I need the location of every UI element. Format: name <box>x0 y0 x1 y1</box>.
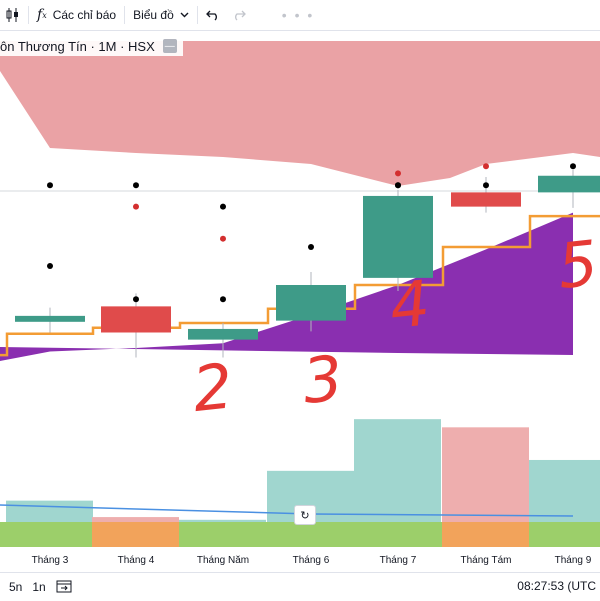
indicators-label: Các chỉ báo <box>52 8 117 22</box>
indicator-dot <box>483 163 489 170</box>
indicator-dot <box>133 296 139 303</box>
minus-icon: — <box>164 40 175 52</box>
toolbar-divider <box>196 6 198 24</box>
band-orange <box>92 522 179 547</box>
date-range-button[interactable] <box>51 579 77 596</box>
x-axis-label: Tháng Năm <box>197 555 249 566</box>
handwritten-number: 2 <box>189 349 236 426</box>
chart-type-dropdown[interactable]: Biểu đồ <box>127 0 195 30</box>
toolbar-divider <box>28 6 29 24</box>
x-axis-label: Tháng 6 <box>293 555 330 566</box>
indicator-dot <box>133 182 139 189</box>
chevron-down-icon <box>180 12 189 18</box>
indicators-button[interactable]: fx Các chỉ báo <box>31 0 122 30</box>
indicator-dot <box>483 182 489 189</box>
candle-body <box>276 285 346 321</box>
candle-body <box>451 192 521 207</box>
price-chart[interactable]: Tháng 3 Tháng 4 Tháng Năm Tháng 6 Tháng 7 Thá… <box>0 31 600 572</box>
range-5y[interactable]: 5n <box>4 580 27 594</box>
handwritten-number: 4 <box>386 266 433 343</box>
indicator-dot <box>395 170 401 177</box>
candle-body <box>101 306 171 333</box>
x-axis-label: Tháng 3 <box>32 555 69 566</box>
range-1y[interactable]: 1n <box>27 580 50 594</box>
bottom-bar: 5n 1n 08:27:53 (UTC <box>0 572 600 601</box>
symbol-legend: ôn Thương Tín · 1M · HSX — <box>0 36 183 56</box>
candle-body <box>15 315 85 322</box>
indicator-dot <box>220 203 226 210</box>
undo-icon <box>205 9 220 21</box>
x-axis-label: Tháng 9 <box>555 555 592 566</box>
candle-body <box>538 175 600 193</box>
ichimoku-cloud <box>0 41 600 186</box>
candle-body <box>188 328 258 340</box>
indicator-dot <box>395 182 401 189</box>
indicator-dot <box>220 235 226 242</box>
indicator-dot <box>133 203 139 210</box>
calendar-arrow-icon <box>56 580 72 596</box>
band-orange <box>442 522 529 547</box>
x-axis-label: Tháng 7 <box>380 555 417 566</box>
redo-button[interactable] <box>226 0 252 30</box>
x-axis-label: Tháng Tám <box>461 555 512 566</box>
indicator-dot <box>570 163 576 170</box>
more-dots: • • • <box>281 7 315 23</box>
candles-style-button[interactable] <box>0 0 26 30</box>
function-icon: fx <box>37 7 47 23</box>
indicator-dot <box>308 244 314 250</box>
x-axis-label: Tháng 4 <box>118 555 155 566</box>
chart-type-label: Biểu đồ <box>133 8 174 22</box>
top-toolbar: fx Các chỉ báo Biểu đồ • • • <box>0 0 600 31</box>
undo-button[interactable] <box>200 0 226 30</box>
reset-scale-button[interactable]: ↻ <box>294 505 316 525</box>
candles-icon <box>6 7 20 23</box>
clock-time: 08:27:53 (UTC <box>517 579 596 593</box>
symbol-title: ôn Thương Tín · 1M · HSX <box>0 38 155 54</box>
toolbar-divider <box>124 6 126 24</box>
handwritten-number: 3 <box>299 341 346 418</box>
indicator-dot <box>47 263 53 269</box>
indicator-dot <box>220 296 226 303</box>
refresh-icon: ↻ <box>300 509 310 522</box>
handwritten-number: 5 <box>554 226 600 303</box>
indicator-dot <box>47 182 53 189</box>
collapse-legend-button[interactable]: — <box>162 39 177 53</box>
candle-body <box>363 195 433 278</box>
redo-icon <box>232 9 246 21</box>
